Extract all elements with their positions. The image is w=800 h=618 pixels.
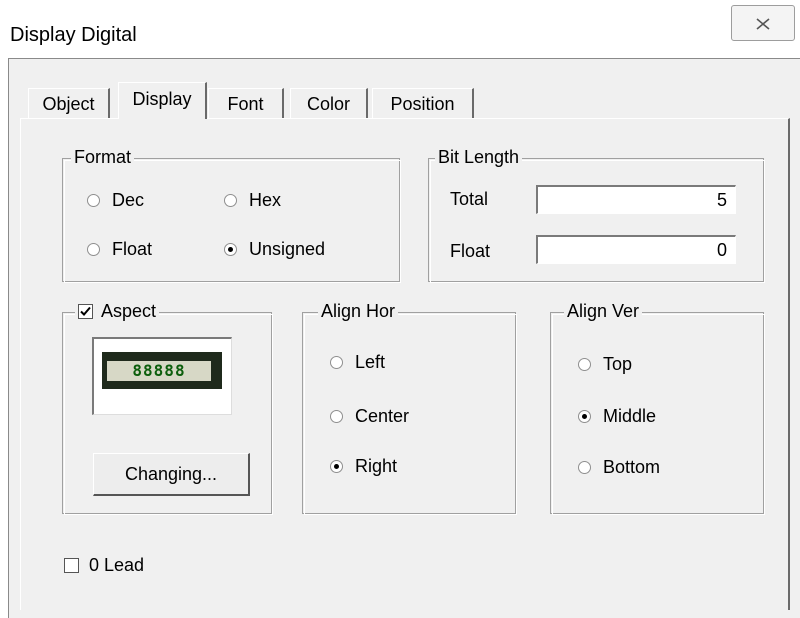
radio-circle [224, 243, 237, 256]
align-top-radio[interactable]: Top [578, 354, 632, 375]
bit-length-legend: Bit Length [435, 146, 523, 168]
radio-circle [578, 358, 591, 371]
radio-label: Middle [603, 406, 657, 426]
format-group [62, 158, 401, 283]
radio-label: Dec [112, 190, 145, 210]
window-title: Display Digital [10, 24, 137, 46]
close-button[interactable] [731, 5, 795, 41]
radio-label: Unsigned [249, 239, 326, 259]
radio-circle [87, 194, 100, 207]
align-bottom-radio[interactable]: Bottom [578, 457, 660, 478]
aspect-legend[interactable]: Aspect [75, 300, 160, 322]
zero-lead-label: 0 Lead [89, 555, 145, 575]
radio-label: Center [355, 406, 410, 426]
align-middle-radio[interactable]: Middle [578, 406, 656, 427]
zero-lead-checkbox-row[interactable]: 0 Lead [64, 555, 144, 576]
format-unsigned-radio[interactable]: Unsigned [224, 239, 325, 260]
align-hor-legend: Align Hor [318, 300, 399, 322]
tab-label: Object [42, 94, 95, 114]
tab-label: Color [306, 94, 350, 114]
total-input[interactable]: 5 [536, 185, 736, 214]
align-center-radio[interactable]: Center [330, 406, 409, 427]
radio-label: Right [355, 456, 398, 476]
tab-position[interactable]: Position [372, 88, 474, 118]
align-ver-legend: Align Ver [564, 300, 643, 322]
preview-digits: 88888 [107, 361, 211, 381]
float-length-label: Float [450, 241, 491, 261]
tab-color[interactable]: Color [290, 88, 368, 118]
format-hex-radio[interactable]: Hex [224, 190, 281, 211]
aspect-checkbox[interactable] [78, 303, 93, 319]
digital-display-preview: 88888 [102, 352, 222, 389]
tab-label: Display [132, 89, 192, 109]
radio-circle [578, 410, 591, 423]
total-label: Total [450, 189, 489, 209]
format-legend: Format [71, 146, 135, 168]
radio-circle [578, 461, 591, 474]
radio-circle [330, 356, 343, 369]
tab-font[interactable]: Font [208, 88, 284, 118]
align-left-radio[interactable]: Left [330, 352, 385, 373]
tab-display[interactable]: Display [118, 82, 207, 119]
title-bar: Display Digital [0, 0, 800, 58]
radio-label: Hex [249, 190, 282, 210]
close-icon [756, 18, 770, 30]
aspect-preview: 88888 [92, 337, 232, 415]
radio-circle [330, 460, 343, 473]
aspect-label: Aspect [101, 301, 157, 321]
check-icon [80, 306, 91, 316]
format-dec-radio[interactable]: Dec [87, 190, 144, 211]
radio-circle [330, 410, 343, 423]
zero-lead-checkbox[interactable] [64, 558, 79, 573]
format-float-radio[interactable]: Float [87, 239, 152, 260]
radio-label: Left [355, 352, 386, 372]
radio-label: Float [112, 239, 153, 259]
tab-label: Position [390, 94, 455, 114]
tab-label: Font [227, 94, 264, 114]
radio-label: Top [603, 354, 633, 374]
align-right-radio[interactable]: Right [330, 456, 397, 477]
radio-circle [87, 243, 100, 256]
radio-label: Bottom [603, 457, 661, 477]
changing-button[interactable]: Changing... [93, 453, 250, 496]
tab-object[interactable]: Object [28, 88, 110, 118]
float-input[interactable]: 0 [536, 235, 736, 264]
radio-circle [224, 194, 237, 207]
